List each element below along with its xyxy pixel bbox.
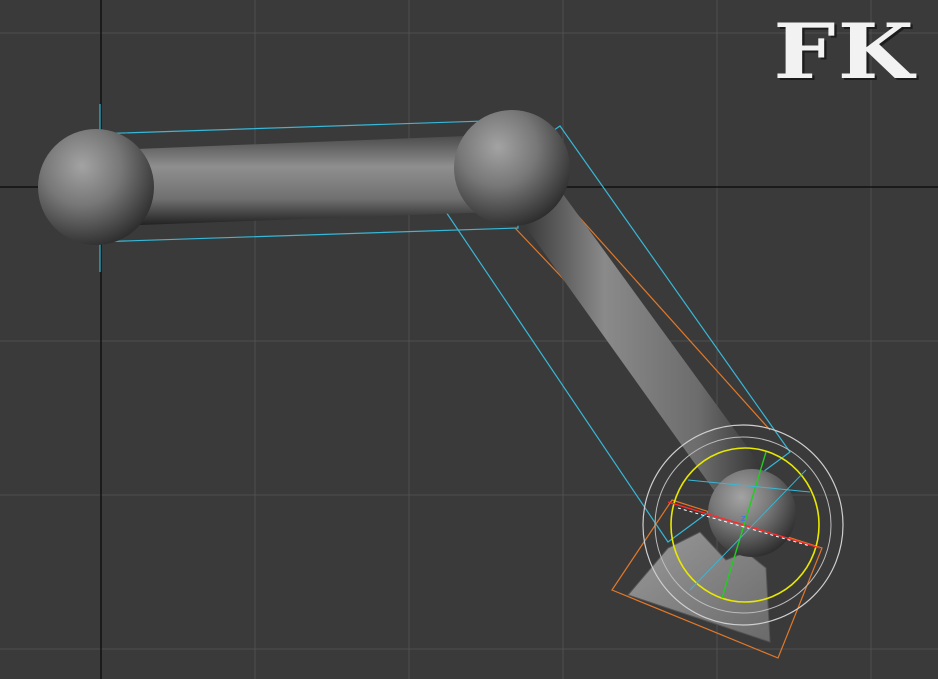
shoulder-joint[interactable] xyxy=(38,129,154,245)
world-axis-lines xyxy=(0,0,938,679)
scene-canvas[interactable]: z xyxy=(0,0,938,679)
gizmo-axis-label: z xyxy=(741,514,746,524)
forearm-bone[interactable] xyxy=(510,190,780,510)
mode-label: FK xyxy=(773,7,916,96)
elbow-joint[interactable] xyxy=(454,110,570,226)
viewport-grid xyxy=(0,0,938,679)
3d-viewport[interactable]: z FK xyxy=(0,0,938,679)
wrist-joint[interactable] xyxy=(708,469,796,557)
upper-arm-bone[interactable] xyxy=(110,135,495,226)
